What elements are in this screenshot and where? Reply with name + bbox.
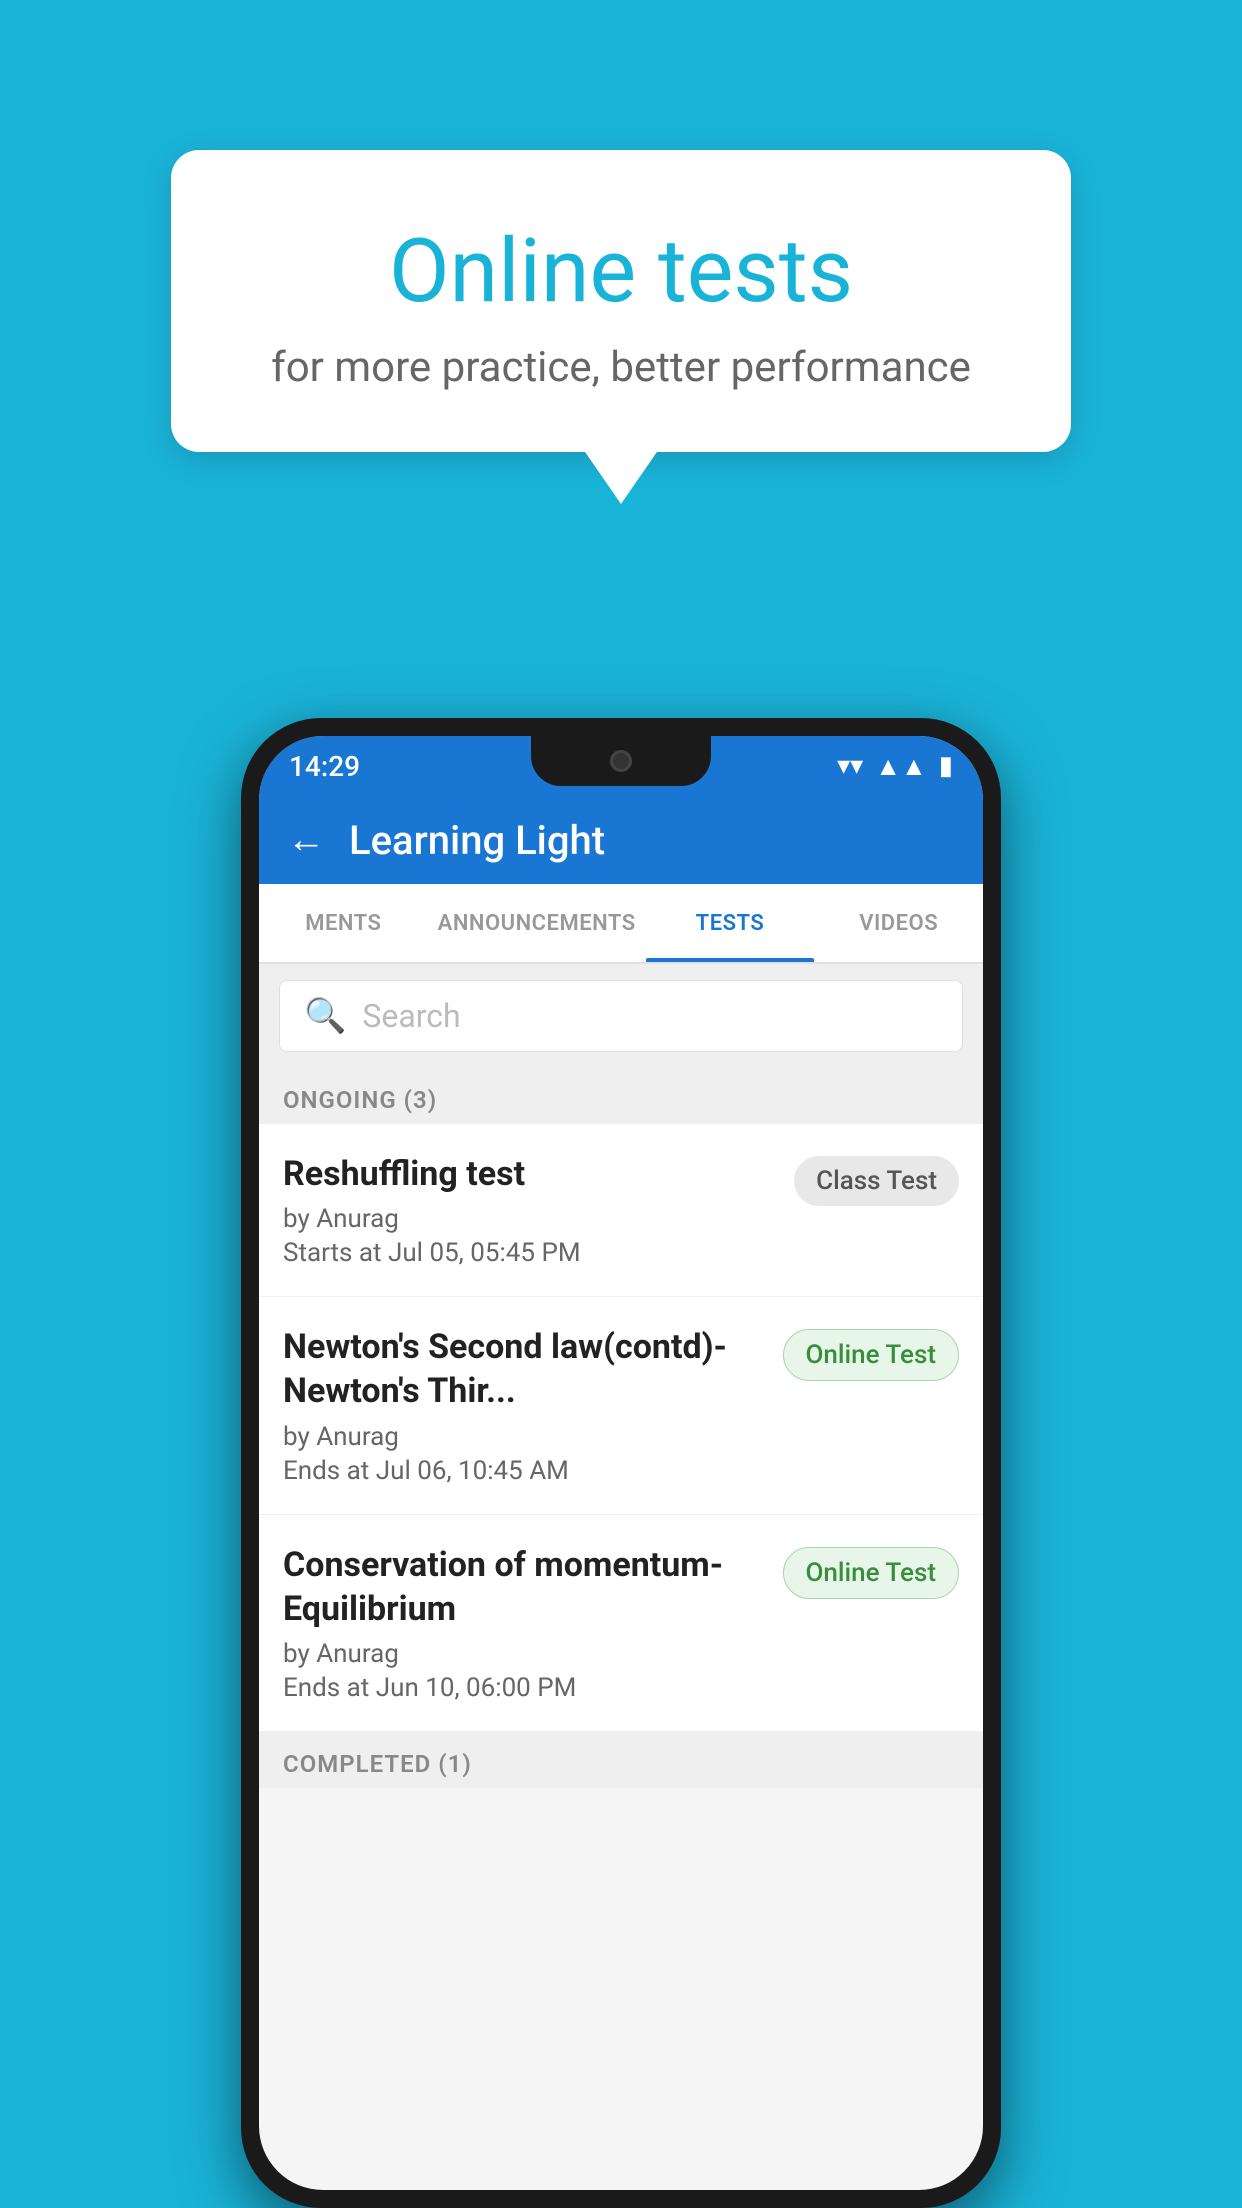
test-by-2: by Anurag bbox=[283, 1422, 767, 1452]
ongoing-section-header: ONGOING (3) bbox=[259, 1068, 983, 1124]
tab-videos[interactable]: VIDEOS bbox=[814, 884, 983, 962]
front-camera bbox=[610, 750, 632, 772]
test-title-1: Reshuffling test bbox=[283, 1152, 778, 1196]
test-item-2[interactable]: Newton's Second law(contd)-Newton's Thir… bbox=[259, 1297, 983, 1514]
search-box[interactable]: 🔍 Search bbox=[279, 980, 963, 1052]
test-item-3[interactable]: Conservation of momentum-Equilibrium by … bbox=[259, 1515, 983, 1732]
tabs-bar: MENTS ANNOUNCEMENTS TESTS VIDEOS bbox=[259, 884, 983, 964]
phone-screen: 14:29 ▾▾ ▲▲ ▮ ← Learning Light MENTS ANN… bbox=[259, 736, 983, 2190]
completed-label: COMPLETED (1) bbox=[283, 1750, 472, 1778]
test-badge-3: Online Test bbox=[783, 1547, 960, 1599]
search-icon: 🔍 bbox=[304, 996, 346, 1036]
notch bbox=[531, 736, 711, 786]
test-by-1: by Anurag bbox=[283, 1204, 778, 1234]
test-badge-2: Online Test bbox=[783, 1329, 960, 1381]
phone-wrapper: 14:29 ▾▾ ▲▲ ▮ ← Learning Light MENTS ANN… bbox=[241, 718, 1001, 2208]
test-list: Reshuffling test by Anurag Starts at Jul… bbox=[259, 1124, 983, 1732]
test-title-2: Newton's Second law(contd)-Newton's Thir… bbox=[283, 1325, 767, 1413]
wifi-icon: ▾▾ bbox=[837, 751, 863, 781]
status-time: 14:29 bbox=[289, 750, 360, 783]
app-bar: ← Learning Light bbox=[259, 796, 983, 884]
bubble-subtitle: for more practice, better performance bbox=[251, 343, 991, 392]
speech-bubble: Online tests for more practice, better p… bbox=[171, 150, 1071, 452]
tab-ments[interactable]: MENTS bbox=[259, 884, 428, 962]
test-info-3: Conservation of momentum-Equilibrium by … bbox=[283, 1543, 767, 1703]
speech-bubble-container: Online tests for more practice, better p… bbox=[171, 150, 1071, 452]
test-date-2: Ends at Jul 06, 10:45 AM bbox=[283, 1456, 767, 1486]
test-date-1: Starts at Jul 05, 05:45 PM bbox=[283, 1238, 778, 1268]
test-date-3: Ends at Jun 10, 06:00 PM bbox=[283, 1673, 767, 1703]
search-container: 🔍 Search bbox=[259, 964, 983, 1068]
tab-tests[interactable]: TESTS bbox=[646, 884, 815, 962]
completed-section-header: COMPLETED (1) bbox=[259, 1732, 983, 1788]
test-info-1: Reshuffling test by Anurag Starts at Jul… bbox=[283, 1152, 778, 1268]
search-placeholder: Search bbox=[362, 997, 460, 1035]
app-bar-title: Learning Light bbox=[349, 817, 605, 864]
test-title-3: Conservation of momentum-Equilibrium bbox=[283, 1543, 767, 1631]
test-by-3: by Anurag bbox=[283, 1639, 767, 1669]
ongoing-label: ONGOING (3) bbox=[283, 1086, 437, 1114]
battery-icon: ▮ bbox=[939, 751, 953, 781]
test-item-1[interactable]: Reshuffling test by Anurag Starts at Jul… bbox=[259, 1124, 983, 1297]
test-info-2: Newton's Second law(contd)-Newton's Thir… bbox=[283, 1325, 767, 1485]
phone-frame: 14:29 ▾▾ ▲▲ ▮ ← Learning Light MENTS ANN… bbox=[241, 718, 1001, 2208]
bubble-title: Online tests bbox=[251, 220, 991, 323]
back-button[interactable]: ← bbox=[287, 818, 325, 862]
tab-announcements[interactable]: ANNOUNCEMENTS bbox=[428, 884, 646, 962]
status-icons: ▾▾ ▲▲ ▮ bbox=[837, 751, 953, 782]
test-badge-1: Class Test bbox=[794, 1156, 959, 1206]
signal-icon: ▲▲ bbox=[875, 751, 926, 782]
